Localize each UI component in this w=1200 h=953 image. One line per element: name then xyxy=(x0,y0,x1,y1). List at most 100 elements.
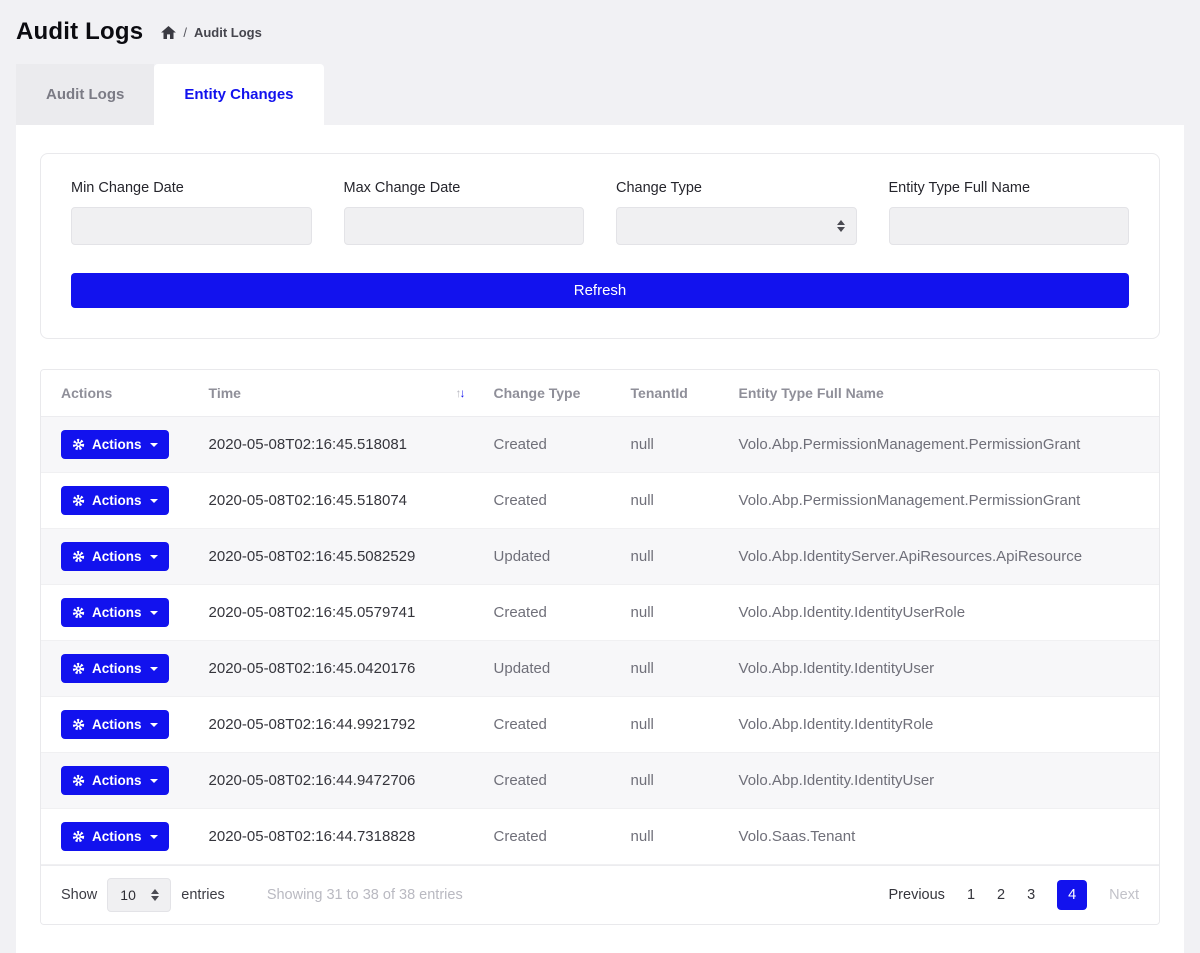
actions-cell: Actions xyxy=(41,641,189,697)
max-change-date-label: Max Change Date xyxy=(344,180,585,196)
row-actions-button[interactable]: Actions xyxy=(61,486,169,515)
tenant-id-cell: null xyxy=(611,809,719,865)
time-cell: 2020-05-08T02:16:45.518081 xyxy=(189,417,474,473)
tenant-id-cell: null xyxy=(611,417,719,473)
entity-type-cell: Volo.Abp.Identity.IdentityUserRole xyxy=(719,585,1159,641)
show-label: Show xyxy=(61,887,97,903)
column-header-time[interactable]: Time ↑↓ xyxy=(189,370,474,417)
gear-icon xyxy=(72,830,85,843)
entity-changes-table: Actions Time ↑↓ Change Type TenantId Ent… xyxy=(41,370,1159,865)
tab-entity-changes[interactable]: Entity Changes xyxy=(154,64,323,125)
actions-button-label: Actions xyxy=(92,717,142,732)
refresh-button[interactable]: Refresh xyxy=(71,273,1129,308)
tenant-id-cell: null xyxy=(611,473,719,529)
gear-icon xyxy=(72,606,85,619)
filter-grid: Min Change Date Max Change Date Change T… xyxy=(71,180,1129,245)
change-type-cell: Updated xyxy=(474,641,611,697)
gear-icon xyxy=(72,718,85,731)
entity-type-input[interactable] xyxy=(889,207,1130,245)
filter-panel: Min Change Date Max Change Date Change T… xyxy=(40,153,1160,339)
caret-down-icon xyxy=(150,555,158,559)
row-actions-button[interactable]: Actions xyxy=(61,542,169,571)
entity-type-cell: Volo.Abp.IdentityServer.ApiResources.Api… xyxy=(719,529,1159,585)
breadcrumb-separator: / xyxy=(183,25,187,40)
row-actions-button[interactable]: Actions xyxy=(61,822,169,851)
change-type-select-wrap xyxy=(616,207,857,245)
table-row: Actions 2020-05-08T02:16:45.5082529 Upda… xyxy=(41,529,1159,585)
entries-label: entries xyxy=(181,887,225,903)
change-type-label: Change Type xyxy=(616,180,857,196)
min-change-date-label: Min Change Date xyxy=(71,180,312,196)
gear-icon xyxy=(72,662,85,675)
table-panel: Actions Time ↑↓ Change Type TenantId Ent… xyxy=(40,369,1160,925)
time-cell: 2020-05-08T02:16:45.518074 xyxy=(189,473,474,529)
page-title: Audit Logs xyxy=(16,18,143,46)
row-actions-button[interactable]: Actions xyxy=(61,766,169,795)
breadcrumb: / Audit Logs xyxy=(161,25,262,40)
tenant-id-cell: null xyxy=(611,529,719,585)
entity-type-cell: Volo.Saas.Tenant xyxy=(719,809,1159,865)
table-header: Actions Time ↑↓ Change Type TenantId Ent… xyxy=(41,370,1159,417)
change-type-cell: Created xyxy=(474,473,611,529)
table-row: Actions 2020-05-08T02:16:45.518074 Creat… xyxy=(41,473,1159,529)
time-cell: 2020-05-08T02:16:45.5082529 xyxy=(189,529,474,585)
actions-cell: Actions xyxy=(41,417,189,473)
actions-button-label: Actions xyxy=(92,829,142,844)
actions-cell: Actions xyxy=(41,753,189,809)
table-row: Actions 2020-05-08T02:16:45.0420176 Upda… xyxy=(41,641,1159,697)
row-actions-button[interactable]: Actions xyxy=(61,430,169,459)
breadcrumb-current: Audit Logs xyxy=(194,25,262,40)
table-row: Actions 2020-05-08T02:16:45.0579741 Crea… xyxy=(41,585,1159,641)
table-footer: Show 10 entries Showing 31 to 38 of 38 e… xyxy=(41,865,1159,924)
filter-field-change-type: Change Type xyxy=(616,180,857,245)
change-type-cell: Created xyxy=(474,809,611,865)
pagination-page-1[interactable]: 1 xyxy=(967,887,975,903)
filter-field-max-change-date: Max Change Date xyxy=(344,180,585,245)
actions-cell: Actions xyxy=(41,585,189,641)
table-row: Actions 2020-05-08T02:16:44.9472706 Crea… xyxy=(41,753,1159,809)
sort-icon[interactable]: ↑↓ xyxy=(456,386,464,400)
row-actions-button[interactable]: Actions xyxy=(61,710,169,739)
actions-cell: Actions xyxy=(41,473,189,529)
table-row: Actions 2020-05-08T02:16:44.7318828 Crea… xyxy=(41,809,1159,865)
caret-down-icon xyxy=(150,499,158,503)
change-type-cell: Created xyxy=(474,417,611,473)
time-cell: 2020-05-08T02:16:45.0420176 xyxy=(189,641,474,697)
home-icon[interactable] xyxy=(161,26,176,39)
time-cell: 2020-05-08T02:16:45.0579741 xyxy=(189,585,474,641)
change-type-cell: Created xyxy=(474,585,611,641)
pagination-page-2[interactable]: 2 xyxy=(997,887,1005,903)
max-change-date-input[interactable] xyxy=(344,207,585,245)
tab-audit-logs[interactable]: Audit Logs xyxy=(16,64,154,125)
caret-down-icon xyxy=(150,779,158,783)
page-size-select[interactable]: 10 xyxy=(107,878,171,912)
actions-button-label: Actions xyxy=(92,549,142,564)
caret-down-icon xyxy=(150,667,158,671)
pagination-page-4-active[interactable]: 4 xyxy=(1057,880,1087,910)
actions-button-label: Actions xyxy=(92,493,142,508)
gear-icon xyxy=(72,494,85,507)
gear-icon xyxy=(72,774,85,787)
row-actions-button[interactable]: Actions xyxy=(61,654,169,683)
caret-down-icon xyxy=(150,835,158,839)
row-actions-button[interactable]: Actions xyxy=(61,598,169,627)
pagination-next[interactable]: Next xyxy=(1109,887,1139,903)
change-type-select[interactable] xyxy=(616,207,857,245)
page-header: Audit Logs / Audit Logs xyxy=(0,0,1200,58)
change-type-cell: Created xyxy=(474,697,611,753)
pagination-page-3[interactable]: 3 xyxy=(1027,887,1035,903)
entity-type-cell: Volo.Abp.Identity.IdentityRole xyxy=(719,697,1159,753)
entity-type-cell: Volo.Abp.Identity.IdentityUser xyxy=(719,753,1159,809)
actions-button-label: Actions xyxy=(92,437,142,452)
actions-button-label: Actions xyxy=(92,661,142,676)
gear-icon xyxy=(72,438,85,451)
table-body: Actions 2020-05-08T02:16:45.518081 Creat… xyxy=(41,417,1159,865)
caret-down-icon xyxy=(150,443,158,447)
column-header-change-type: Change Type xyxy=(474,370,611,417)
column-header-actions: Actions xyxy=(41,370,189,417)
actions-cell: Actions xyxy=(41,529,189,585)
main-card: Min Change Date Max Change Date Change T… xyxy=(16,125,1184,953)
filter-field-min-change-date: Min Change Date xyxy=(71,180,312,245)
pagination-previous[interactable]: Previous xyxy=(889,887,945,903)
min-change-date-input[interactable] xyxy=(71,207,312,245)
